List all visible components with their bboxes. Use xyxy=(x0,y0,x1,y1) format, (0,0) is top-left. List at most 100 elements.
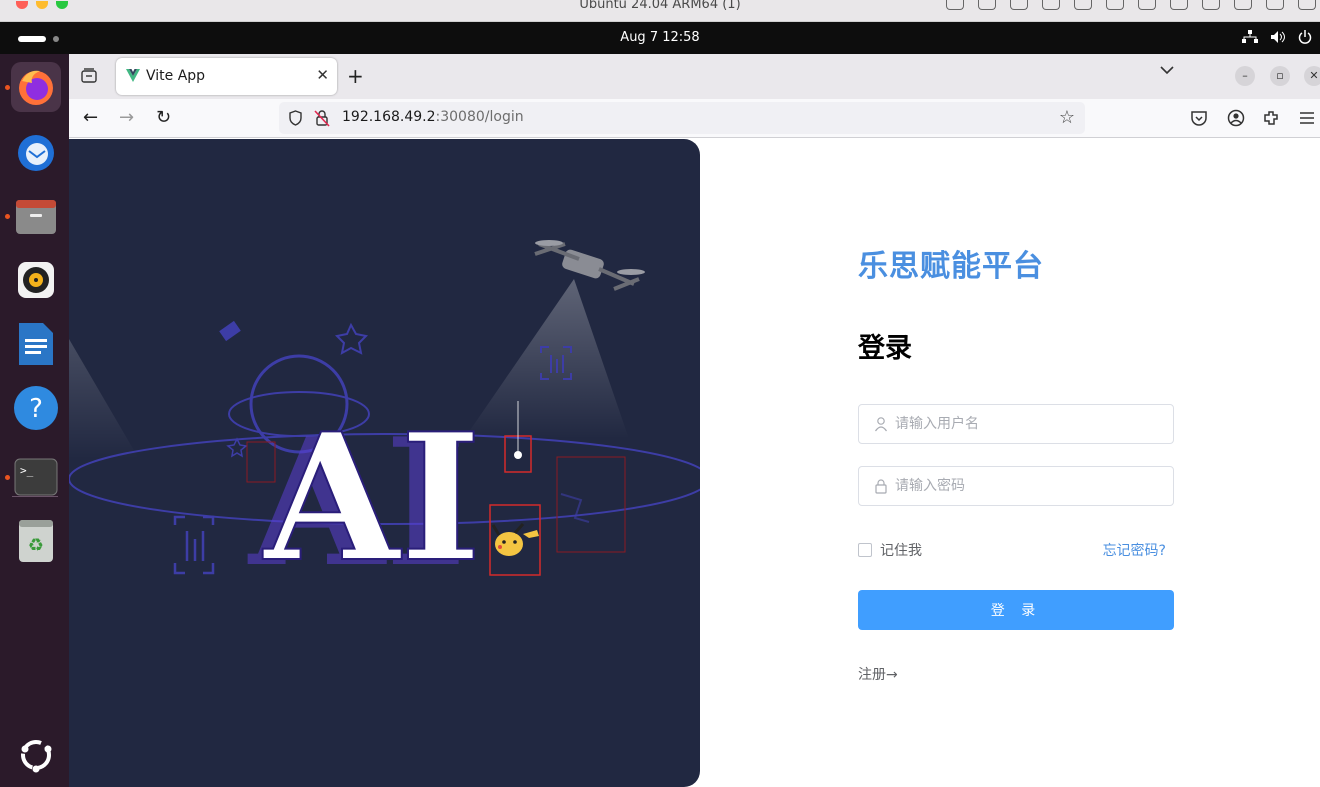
small-star-icon xyxy=(226,437,248,458)
help-icon: ? xyxy=(14,386,58,430)
spider-icon xyxy=(514,451,522,459)
remember-me[interactable]: 记住我 xyxy=(858,540,922,560)
tab-vite-app[interactable]: Vite App ✕ xyxy=(116,58,337,95)
chip-icon[interactable] xyxy=(978,0,996,10)
web-page: AI AI 乐思赋能平台 登录 请输入用户名 记住我 忘记密码? 登 录 注册→ xyxy=(69,139,1320,787)
sync-icon[interactable] xyxy=(1234,0,1252,10)
drone-icon xyxy=(534,240,645,291)
url-bar[interactable]: 192.168.49.2:30080/login ☆ xyxy=(279,102,1085,134)
dock-thunderbird[interactable] xyxy=(11,127,61,177)
ubuntu-top-bar: Aug 7 12:58 xyxy=(0,22,1320,54)
terminal-icon: >_ xyxy=(14,458,58,496)
settings-icon[interactable] xyxy=(1298,0,1316,10)
keyboard-icon[interactable] xyxy=(946,0,964,10)
camera-icon[interactable] xyxy=(1202,0,1220,10)
user-icon[interactable] xyxy=(1266,0,1284,10)
brand-title: 乐思赋能平台 xyxy=(858,249,1044,284)
dock-terminal[interactable]: >_ xyxy=(11,452,61,502)
system-tray[interactable] xyxy=(1242,30,1312,44)
dock-show-apps[interactable] xyxy=(11,730,61,780)
star-icon xyxy=(334,322,369,355)
firefox-icon xyxy=(19,70,53,105)
register-link[interactable]: 注册→ xyxy=(858,664,898,684)
files-icon xyxy=(16,200,56,234)
navigation-toolbar: ← → ↻ 192.168.49.2:30080/login ☆ xyxy=(69,99,1320,138)
username-input[interactable] xyxy=(895,405,1165,443)
remember-label: 记住我 xyxy=(880,543,922,559)
forward-button[interactable]: → xyxy=(119,107,134,128)
printer-icon[interactable] xyxy=(1170,0,1188,10)
minimize-button[interactable]: – xyxy=(1235,66,1255,86)
files-running-indicator xyxy=(5,214,10,219)
lock-icon xyxy=(875,479,887,494)
tab-title: Vite App xyxy=(146,68,206,84)
usb-icon[interactable] xyxy=(1010,0,1028,10)
network-off-icon[interactable] xyxy=(1042,0,1060,10)
login-button[interactable]: 登 录 xyxy=(858,590,1174,630)
speaker-icon[interactable] xyxy=(1106,0,1124,10)
new-tab-button[interactable]: + xyxy=(347,64,364,88)
dock-trash[interactable]: ♻ xyxy=(11,516,61,566)
writer-icon xyxy=(19,323,53,365)
ai-illustration: AI AI xyxy=(69,240,700,606)
url-text[interactable]: 192.168.49.2:30080/login xyxy=(342,109,524,125)
terminal-running-indicator xyxy=(5,475,10,480)
pikachu-icon xyxy=(491,523,539,556)
drone-light-beam xyxy=(464,279,629,439)
vue-logo-icon xyxy=(126,69,140,82)
url-host: 192.168.49.2 xyxy=(342,109,436,125)
host-toolbar xyxy=(946,0,1316,10)
trash-icon: ♻ xyxy=(19,520,53,562)
dock-help[interactable]: ? xyxy=(11,383,61,433)
pocket-icon[interactable] xyxy=(1190,109,1208,127)
shield-icon[interactable] xyxy=(288,110,303,126)
account-icon[interactable] xyxy=(1227,109,1245,127)
firefox-running-indicator xyxy=(5,85,10,90)
login-panel: 乐思赋能平台 登录 请输入用户名 记住我 忘记密码? 登 录 注册→ xyxy=(858,139,1174,787)
scan-frame-bottom-icon xyxy=(173,515,215,575)
forgot-password-link[interactable]: 忘记密码? xyxy=(1103,540,1166,560)
bookmark-star-icon[interactable]: ☆ xyxy=(1059,107,1075,128)
username-field[interactable] xyxy=(858,404,1174,444)
svg-text:?: ? xyxy=(29,394,43,424)
hero-illustration: AI AI xyxy=(69,139,700,787)
password-input[interactable] xyxy=(895,467,1165,505)
host-titlebar: Ubuntu 24.04 ARM64 (1) xyxy=(0,0,1320,22)
ai-text: AI xyxy=(262,396,482,601)
url-path: :30080/login xyxy=(435,109,524,125)
detection-box xyxy=(556,456,626,553)
globe-icon[interactable] xyxy=(1074,0,1092,10)
menu-icon[interactable] xyxy=(1298,109,1316,127)
tab-close-icon[interactable]: ✕ xyxy=(316,66,329,84)
left-light-beam xyxy=(69,339,139,459)
insecure-lock-icon[interactable] xyxy=(314,109,330,127)
tab-overview-icon[interactable] xyxy=(80,67,98,85)
volume-icon xyxy=(1271,31,1285,43)
chevron-down-icon[interactable] xyxy=(1159,64,1175,76)
login-heading: 登录 xyxy=(858,333,912,364)
svg-text:♻: ♻ xyxy=(28,535,44,556)
dock-rhythmbox[interactable] xyxy=(11,255,61,305)
firefox-window: Vite App ✕ + – ▫ ✕ ← → ↻ 192.168.49.2:30… xyxy=(69,54,1320,787)
user-icon xyxy=(875,417,887,432)
extensions-icon[interactable] xyxy=(1262,109,1280,127)
clock[interactable]: Aug 7 12:58 xyxy=(0,30,1320,45)
desktop: Ubuntu 24.04 ARM64 (1) Aug 7 12:58 ? >_ … xyxy=(0,0,1320,787)
password-field[interactable] xyxy=(858,466,1174,506)
dock-writer[interactable] xyxy=(11,319,61,369)
thunderbird-icon xyxy=(18,135,54,171)
power-icon xyxy=(1298,30,1312,44)
restore-button[interactable]: ▫ xyxy=(1270,66,1290,86)
back-button[interactable]: ← xyxy=(83,107,98,128)
dock: ? >_ ♻ xyxy=(0,54,69,787)
microphone-icon[interactable] xyxy=(1138,0,1156,10)
satellite-icon xyxy=(219,320,241,342)
close-button[interactable]: ✕ xyxy=(1304,66,1320,86)
tab-strip: Vite App ✕ + – ▫ ✕ xyxy=(69,54,1320,99)
dock-files[interactable] xyxy=(11,191,61,241)
dock-firefox[interactable] xyxy=(11,62,61,112)
rhythmbox-icon xyxy=(18,262,54,298)
reload-button[interactable]: ↻ xyxy=(156,107,171,128)
dolphin-outline xyxy=(560,493,590,523)
remember-checkbox[interactable] xyxy=(858,543,872,557)
